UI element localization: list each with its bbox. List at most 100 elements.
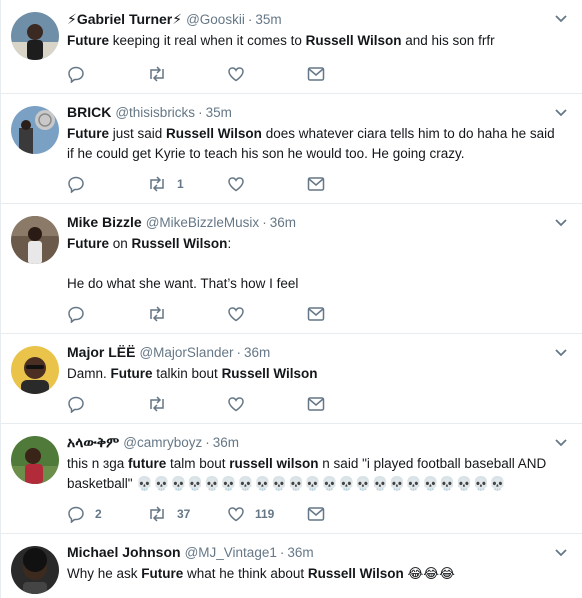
heart-icon [228, 507, 244, 522]
tweet-header: አላውቅም @camryboyz · 36m [67, 434, 568, 454]
timestamp[interactable]: 36m [213, 435, 239, 450]
chevron-down-icon[interactable] [554, 436, 568, 447]
reply-icon [68, 306, 84, 323]
retweet-icon [150, 396, 164, 412]
reply-button[interactable] [67, 175, 147, 193]
heart-icon [228, 307, 244, 322]
envelope-icon [307, 307, 325, 321]
highlighted-term: Russell Wilson [305, 33, 402, 48]
like-button[interactable]: 119 [227, 505, 307, 523]
avatar[interactable] [11, 216, 59, 264]
tweet-text: Future keeping it real when it comes to … [67, 31, 568, 51]
direct-message-button[interactable] [307, 176, 387, 192]
separator-dot: · [279, 545, 285, 560]
retweet-icon [150, 66, 164, 82]
text-segment: what he think about [183, 566, 308, 581]
tweet[interactable]: አላውቅም @camryboyz · 36m this n ɜga future… [1, 424, 582, 534]
highlighted-term: Future [67, 33, 109, 48]
tweet-timeline: ⚡Gabriel Turner⚡ @Gooskii · 35m Future k… [0, 0, 582, 598]
reply-count: 2 [95, 507, 102, 521]
separator-dot: · [198, 105, 203, 120]
timestamp[interactable]: 36m [270, 215, 296, 230]
highlighted-term: future [127, 456, 167, 471]
retweet-count: 37 [177, 507, 191, 521]
chevron-down-icon[interactable] [554, 546, 568, 557]
highlighted-term: Future [110, 366, 153, 381]
tweet-header: BRICK @thisisbricks · 35m [67, 104, 568, 124]
user-handle[interactable]: @MJ_Vintage1 [185, 545, 277, 560]
reply-icon [68, 66, 84, 83]
tweet[interactable]: ⚡Gabriel Turner⚡ @Gooskii · 35m Future k… [1, 0, 582, 94]
like-count: 119 [255, 507, 275, 521]
text-segment: this n ɜga [67, 456, 128, 471]
timestamp[interactable]: 36m [244, 345, 270, 360]
retweet-button[interactable] [147, 395, 227, 413]
avatar[interactable] [11, 546, 59, 594]
like-button[interactable] [227, 65, 307, 83]
direct-message-button[interactable] [307, 396, 387, 412]
chevron-down-icon[interactable] [554, 346, 568, 357]
retweet-icon [150, 306, 164, 322]
user-handle[interactable]: @camryboyz [123, 435, 202, 450]
user-handle[interactable]: @MajorSlander [139, 345, 233, 360]
retweet-button[interactable] [147, 65, 227, 83]
tweet-header: Michael Johnson @MJ_Vintage1 · 36m [67, 544, 568, 564]
direct-message-button[interactable] [307, 306, 387, 322]
text-segment: talkin bout [152, 366, 222, 381]
tweet[interactable]: BRICK @thisisbricks · 35m Future just sa… [1, 94, 582, 204]
highlighted-term: Future [141, 566, 184, 581]
like-button[interactable] [227, 395, 307, 413]
chevron-down-icon[interactable] [554, 106, 568, 117]
display-name[interactable]: አላውቅም [67, 434, 119, 451]
timestamp[interactable]: 35m [206, 105, 232, 120]
display-name[interactable]: BRICK [67, 104, 111, 120]
like-button[interactable] [227, 175, 307, 193]
separator-dot: · [262, 215, 267, 230]
text-segment: just said [109, 126, 167, 141]
separator-dot: · [236, 345, 241, 360]
heart-icon [228, 67, 244, 82]
user-handle[interactable]: @Gooskii [186, 12, 245, 27]
retweet-button[interactable]: 1 [147, 175, 227, 193]
avatar[interactable] [11, 12, 59, 60]
display-name[interactable]: Major LËË [67, 344, 135, 360]
avatar[interactable] [11, 346, 59, 394]
reply-icon [68, 506, 84, 523]
retweet-button[interactable]: 37 [147, 505, 227, 523]
direct-message-button[interactable] [307, 66, 387, 82]
text-segment: keeping it real when it comes to [109, 33, 306, 48]
highlighted-term: Russell Wilson [307, 566, 404, 581]
envelope-icon [307, 177, 325, 191]
text-segment: Why he ask [67, 566, 142, 581]
tweet[interactable]: Michael Johnson @MJ_Vintage1 · 36m Why h… [1, 534, 582, 598]
avatar[interactable] [11, 436, 59, 484]
tweet[interactable]: Mike Bizzle @MikeBizzleMusix · 36m Futur… [1, 204, 582, 334]
tweet[interactable]: Major LËË @MajorSlander · 36m Damn. Futu… [1, 334, 582, 424]
timestamp[interactable]: 35m [255, 12, 281, 27]
tweet-actions: 1 [67, 175, 387, 193]
tweet-text: Future just said Russell Wilson does wha… [67, 124, 568, 164]
display-name[interactable]: ⚡Gabriel Turner⚡ [67, 11, 182, 28]
reply-button[interactable]: 2 [67, 505, 147, 523]
direct-message-button[interactable] [307, 506, 387, 522]
text-segment: Damn. [67, 366, 111, 381]
highlighted-term: Russell Wilson [221, 366, 318, 381]
timestamp[interactable]: 36m [287, 545, 313, 560]
avatar[interactable] [11, 106, 59, 154]
reply-button[interactable] [67, 305, 147, 323]
chevron-down-icon[interactable] [554, 216, 568, 227]
user-handle[interactable]: @thisisbricks [115, 105, 195, 120]
display-name[interactable]: Mike Bizzle [67, 214, 142, 230]
reply-button[interactable] [67, 65, 147, 83]
highlighted-term: russell wilson [229, 456, 319, 471]
tweet-actions [67, 395, 387, 413]
like-button[interactable] [227, 305, 307, 323]
display-name[interactable]: Michael Johnson [67, 544, 181, 560]
highlighted-term: Future [67, 126, 109, 141]
reply-button[interactable] [67, 395, 147, 413]
retweet-button[interactable] [147, 305, 227, 323]
chevron-down-icon[interactable] [554, 12, 568, 23]
tweet-text: this n ɜga future talm bout russell wils… [67, 454, 568, 494]
user-handle[interactable]: @MikeBizzleMusix [146, 215, 259, 230]
tweet-header: Major LËË @MajorSlander · 36m [67, 344, 568, 364]
